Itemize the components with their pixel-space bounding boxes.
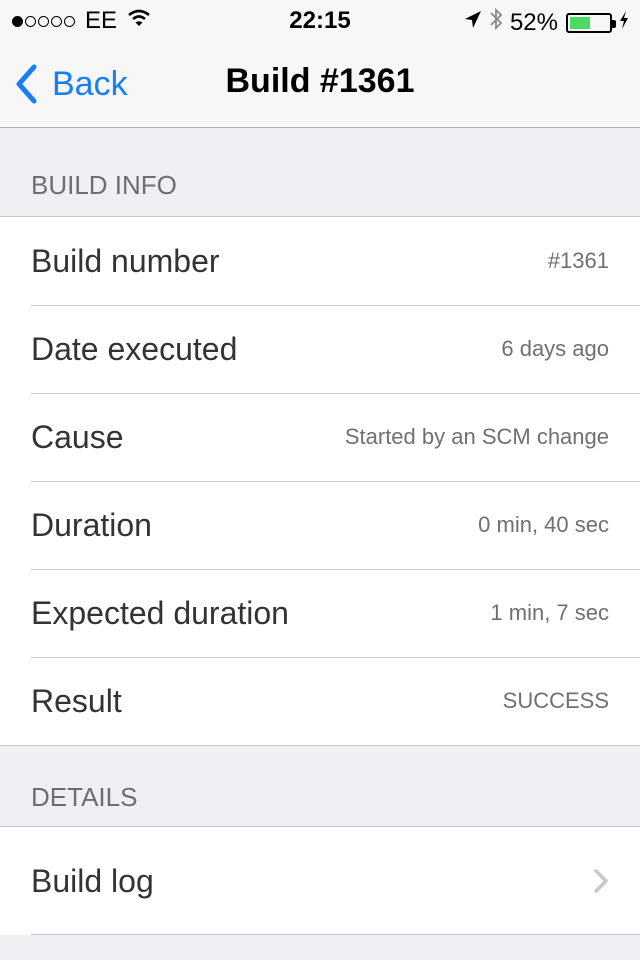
row-label: Cause — [31, 418, 124, 455]
row-value: 1 min, 7 sec — [490, 600, 609, 625]
row-label: Build log — [31, 862, 154, 899]
row-value: #1361 — [547, 248, 609, 273]
row-value: 0 min, 40 sec — [478, 512, 609, 537]
battery-percent: 52% — [509, 8, 558, 36]
battery-icon — [566, 12, 616, 33]
row-cause: Cause Started by an SCM change — [0, 393, 640, 481]
build-info-group: Build number #1361 Date executed 6 days … — [0, 216, 640, 746]
row-value: Started by an SCM change — [344, 424, 609, 449]
charging-bolt-icon — [618, 9, 630, 37]
bluetooth-icon — [488, 7, 504, 38]
details-group: Build log — [0, 826, 640, 935]
row-label: Result — [31, 682, 122, 719]
battery-level — [570, 16, 590, 29]
status-right: 52% — [458, 7, 630, 38]
section-header-build-info: BUILD INFO — [31, 170, 177, 200]
row-value: 6 days ago — [501, 336, 609, 361]
row-expected-duration: Expected duration 1 min, 7 sec — [0, 569, 640, 657]
page-title: Build #1361 — [225, 62, 415, 100]
row-label: Duration — [31, 506, 152, 543]
location-arrow-icon — [464, 9, 482, 37]
chevron-right-icon — [593, 868, 609, 894]
row-duration: Duration 0 min, 40 sec — [0, 481, 640, 569]
row-result: Result SUCCESS — [0, 657, 640, 745]
section-header-details: DETAILS — [31, 782, 138, 812]
row-label: Build number — [31, 242, 220, 279]
row-build-number: Build number #1361 — [0, 217, 640, 305]
row-label: Expected duration — [31, 594, 289, 631]
row-label: Date executed — [31, 330, 238, 367]
divider — [31, 934, 640, 935]
row-date-executed: Date executed 6 days ago — [0, 305, 640, 393]
result-status: SUCCESS — [502, 688, 609, 713]
navigation-bar: Back Build #1361 — [0, 40, 640, 128]
build-log-row[interactable]: Build log — [0, 827, 640, 935]
status-bar: EE 22:15 52% — [0, 0, 640, 40]
